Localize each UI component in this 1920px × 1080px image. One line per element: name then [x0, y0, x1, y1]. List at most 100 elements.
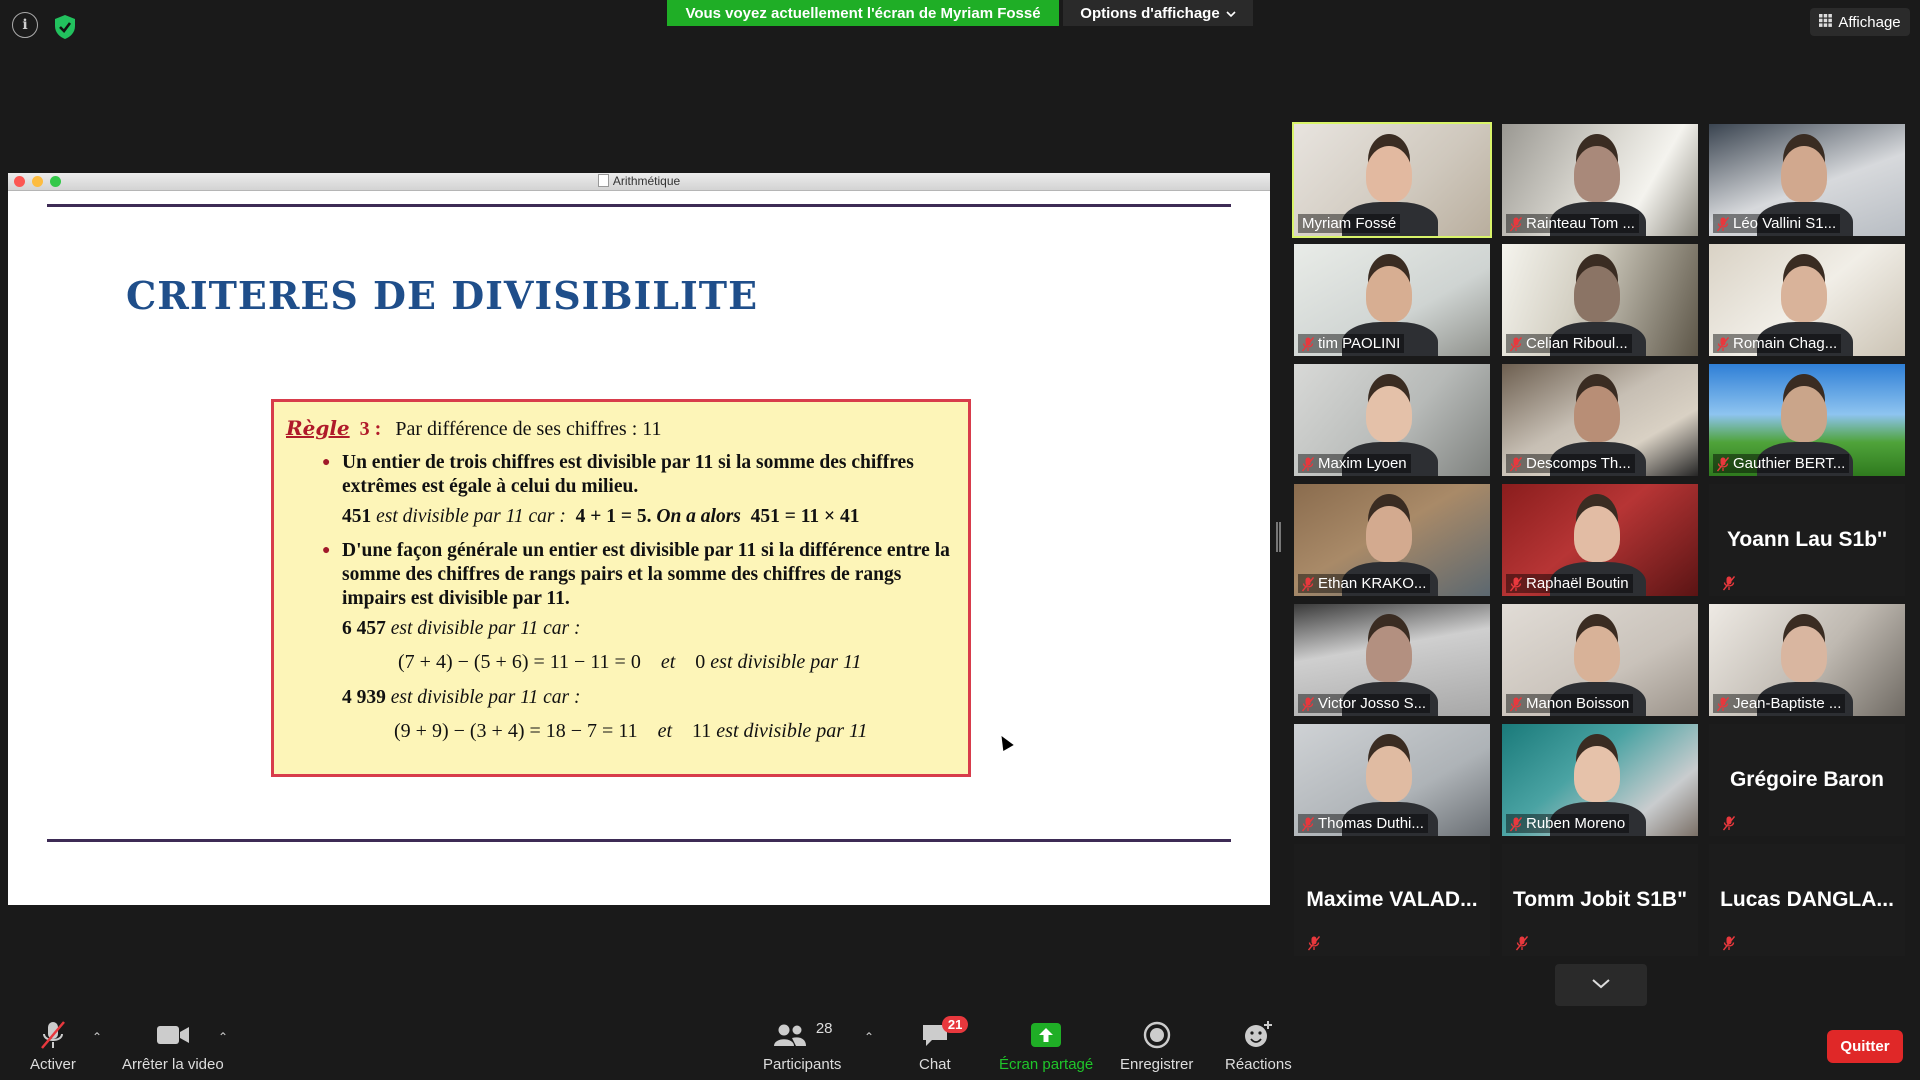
participant-tile[interactable]: Romain Chag...: [1709, 244, 1905, 356]
participant-tile[interactable]: Thomas Duthi...: [1294, 724, 1490, 836]
participant-tile[interactable]: Yoann Lau S1b'': [1709, 484, 1905, 596]
participant-name: Rainteau Tom ...: [1526, 215, 1635, 232]
chat-button[interactable]: 21 Chat: [919, 1016, 969, 1073]
view-options-dropdown[interactable]: Options d'affichage: [1063, 0, 1253, 26]
participant-tile[interactable]: Victor Josso S...: [1294, 604, 1490, 716]
participant-name: Myriam Fossé: [1302, 215, 1397, 232]
participant-name-tag: Ethan KRAKO...: [1298, 574, 1431, 593]
example-text: est divisible par 11 car :: [376, 506, 566, 527]
participant-name: Manon Boisson: [1526, 695, 1630, 712]
participant-name: Celian Riboul...: [1526, 335, 1628, 352]
encryption-shield-icon[interactable]: [50, 12, 80, 42]
participant-silhouette: [1574, 386, 1620, 442]
share-screen-label: Écran partagé: [999, 1056, 1094, 1073]
example-number: 4 939: [342, 687, 386, 708]
muted-microphone-icon: [1510, 576, 1522, 591]
stop-video-button[interactable]: Arrêter la video: [122, 1020, 224, 1073]
participant-tile[interactable]: Grégoire Baron: [1709, 724, 1905, 836]
participant-name-tag: Léo Vallini S1...: [1713, 214, 1841, 233]
display-label: Affichage: [1838, 13, 1901, 31]
participant-name: Ethan KRAKO...: [1318, 575, 1427, 592]
participant-name: Thomas Duthi...: [1318, 815, 1424, 832]
participant-tile[interactable]: Tomm Jobit S1B": [1502, 844, 1698, 956]
leave-meeting-button[interactable]: Quitter: [1827, 1030, 1903, 1063]
example-text: est divisible par 11: [710, 651, 862, 673]
participant-silhouette: [1366, 746, 1412, 802]
minimize-window-icon[interactable]: [32, 176, 43, 187]
chat-label: Chat: [919, 1056, 951, 1073]
record-button[interactable]: Enregistrer: [1120, 1020, 1193, 1073]
participant-name-tag: Maxim Lyoen: [1298, 454, 1411, 473]
participant-name-tag: Victor Josso S...: [1298, 694, 1431, 713]
participant-tile[interactable]: Ruben Moreno: [1502, 724, 1698, 836]
chevron-down-icon: [1226, 5, 1236, 22]
unmute-button[interactable]: Activer: [30, 1020, 76, 1073]
audio-options-caret-icon[interactable]: ⌃: [92, 1030, 102, 1044]
muted-microphone-icon: [1510, 816, 1522, 831]
reactions-label: Réactions: [1225, 1056, 1292, 1073]
stop-video-label: Arrêter la video: [122, 1056, 224, 1073]
info-icon[interactable]: i: [12, 12, 38, 38]
participant-tile[interactable]: Manon Boisson: [1502, 604, 1698, 716]
muted-microphone-icon: [1302, 576, 1314, 591]
example-text: et: [657, 720, 673, 742]
example-number: 6 457: [342, 618, 386, 639]
participant-silhouette: [1366, 386, 1412, 442]
participant-name-tag: Ruben Moreno: [1506, 814, 1630, 833]
participant-name: Descomps Th...: [1526, 455, 1631, 472]
chat-unread-badge: 21: [941, 1016, 969, 1033]
muted-microphone-icon: [1510, 216, 1522, 231]
bullet-dot-icon: ●: [322, 455, 331, 470]
participant-tile[interactable]: Rainteau Tom ...: [1502, 124, 1698, 236]
participant-tile[interactable]: tim PAOLINI: [1294, 244, 1490, 356]
participant-tile[interactable]: Gauthier BERT...: [1709, 364, 1905, 476]
participant-name: Maxime VALAD...: [1306, 888, 1478, 911]
participants-button[interactable]: 28 Participants: [763, 1020, 841, 1073]
window-titlebar: Arithmétique: [8, 173, 1270, 191]
panel-resize-handle[interactable]: [1276, 522, 1281, 552]
participants-label: Participants: [763, 1056, 842, 1073]
smiley-plus-icon: [1243, 1020, 1273, 1050]
participant-name-tag: Descomps Th...: [1506, 454, 1635, 473]
participant-tile[interactable]: Léo Vallini S1...: [1709, 124, 1905, 236]
example-equation: (7 + 4) − (5 + 6) = 11 − 11 = 0: [398, 651, 641, 673]
participant-name-tag: Gauthier BERT...: [1713, 454, 1850, 473]
participant-tile[interactable]: Celian Riboul...: [1502, 244, 1698, 356]
example-equation: 4 + 1 = 5.: [575, 506, 652, 527]
participant-name-tag: Thomas Duthi...: [1298, 814, 1428, 833]
participant-silhouette: [1366, 146, 1412, 202]
bullet-item: ● Un entier de trois chiffres est divisi…: [322, 451, 954, 499]
participant-tile[interactable]: Ethan KRAKO...: [1294, 484, 1490, 596]
display-layout-button[interactable]: Affichage: [1810, 8, 1910, 36]
muted-microphone-icon: [1717, 456, 1729, 471]
participant-silhouette: [1781, 386, 1827, 442]
participant-tile[interactable]: Maxim Lyoen: [1294, 364, 1490, 476]
participant-tile[interactable]: Raphaël Boutin: [1502, 484, 1698, 596]
slide-top-rule: [47, 204, 1231, 207]
muted-microphone-icon: [1717, 216, 1729, 231]
divisibility-rule-box: Règle 3 : Par différence de ses chiffres :…: [271, 399, 971, 777]
participant-tile[interactable]: Lucas DANGLA...: [1709, 844, 1905, 956]
muted-microphone-icon: [1302, 696, 1314, 711]
share-screen-button[interactable]: Écran partagé: [999, 1020, 1093, 1073]
participant-silhouette: [1781, 146, 1827, 202]
view-options-label: Options d'affichage: [1080, 4, 1220, 22]
example-number: 11: [692, 720, 712, 742]
gallery-next-page-button[interactable]: [1555, 964, 1647, 1006]
maximize-window-icon[interactable]: [50, 176, 61, 187]
bullet-item: ● D'une façon générale un entier est div…: [322, 539, 954, 611]
example-number: 451: [342, 506, 372, 527]
participants-options-caret-icon[interactable]: ⌃: [864, 1030, 874, 1044]
participant-tile[interactable]: Myriam Fossé: [1292, 122, 1492, 238]
participant-name: Lucas DANGLA...: [1720, 888, 1894, 911]
close-window-icon[interactable]: [14, 176, 25, 187]
screen-share-banner: Vous voyez actuellement l'écran de Myria…: [667, 0, 1059, 26]
record-label: Enregistrer: [1120, 1056, 1194, 1073]
participant-tile[interactable]: Jean-Baptiste ...: [1709, 604, 1905, 716]
record-icon: [1143, 1020, 1171, 1050]
participant-tile[interactable]: Maxime VALAD...: [1294, 844, 1490, 956]
participant-tile[interactable]: Descomps Th...: [1502, 364, 1698, 476]
slide: CRITERES DE DIVISIBILITE Règle 3 : Par dif…: [8, 191, 1270, 905]
reactions-button[interactable]: Réactions: [1225, 1020, 1292, 1073]
video-options-caret-icon[interactable]: ⌃: [218, 1030, 228, 1044]
